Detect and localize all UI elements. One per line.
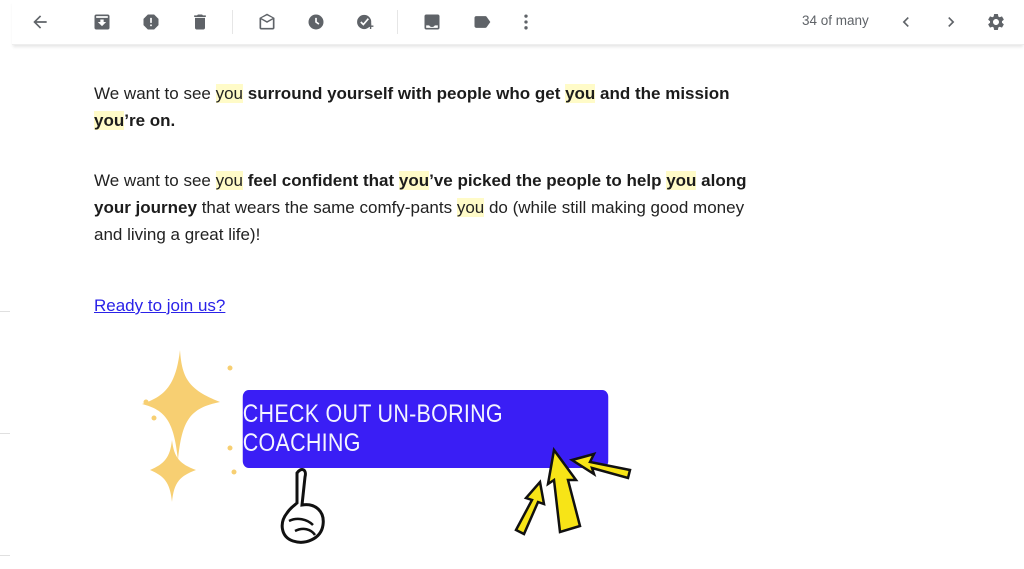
back-arrow-icon[interactable] [28,10,52,34]
pointing-hand-icon [280,468,325,544]
highlighted-you: you [215,84,244,103]
snooze-icon[interactable] [304,10,328,34]
highlighted-you: you [456,198,485,217]
email-toolbar: 34 of many [12,0,1024,45]
move-to-icon[interactable] [420,10,444,34]
email-body: We want to see you surround yourself wit… [94,80,754,352]
sparkle-icon [142,350,237,502]
edge-marker [0,311,10,312]
bold-text: and the mission [595,84,730,103]
highlighted-you: you [215,171,244,190]
add-task-icon[interactable] [353,10,377,34]
edge-marker [0,433,10,434]
toolbar-divider [397,10,398,34]
toolbar-divider [232,10,233,34]
more-icon[interactable] [514,10,538,34]
cta-banner: CHECK OUT UN-BORING COACHING [130,340,650,555]
highlighted-you: you [398,171,430,190]
highlighted-you: you [94,111,125,130]
delete-icon[interactable] [188,10,212,34]
label-icon[interactable] [470,10,494,34]
older-chevron-icon[interactable] [894,10,918,34]
archive-icon[interactable] [90,10,114,34]
mark-unread-icon[interactable] [255,10,279,34]
bold-text: surround yourself with people who get [243,84,566,103]
arrows-icon [514,446,632,536]
paragraph-2: We want to see you feel confident that y… [94,167,754,248]
bold-text: feel confident that [243,171,399,190]
bold-text: ’ve picked the people to help [429,171,667,190]
join-link[interactable]: Ready to join us? [94,296,225,315]
bold-text: ’re on. [124,111,176,130]
highlighted-you: you [565,84,596,103]
report-spam-icon[interactable] [139,10,163,34]
text: We want to see [94,171,216,190]
text: that wears the same comfy-pants [196,198,457,217]
text: We want to see [94,84,216,103]
paragraph-1: We want to see you surround yourself wit… [94,80,754,134]
edge-marker [0,555,10,556]
highlighted-you: you [666,171,697,190]
message-counter: 34 of many [802,13,869,28]
newer-chevron-icon[interactable] [939,10,963,34]
settings-gear-icon[interactable] [984,10,1008,34]
